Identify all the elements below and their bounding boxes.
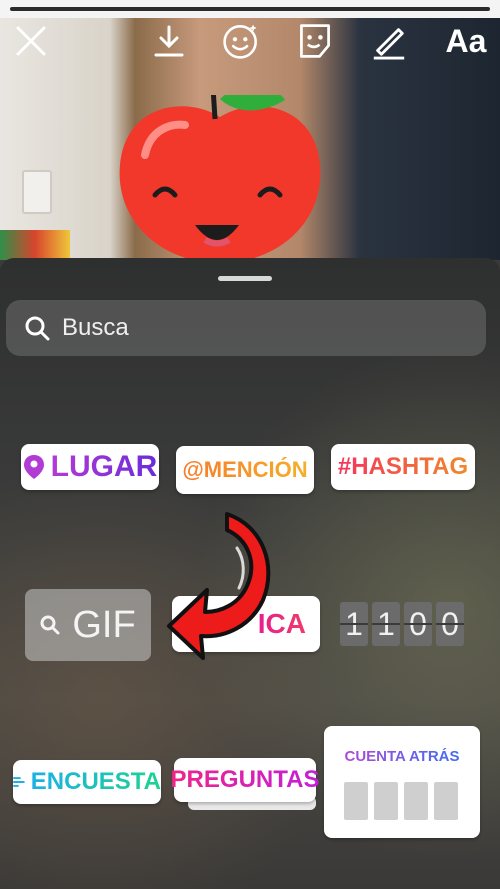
countdown-digit-box xyxy=(434,782,458,820)
gif-sticker[interactable]: GIF xyxy=(25,589,151,661)
text-tool-button[interactable]: Aa xyxy=(440,22,492,60)
hashtag-sticker[interactable]: #HASHTAG xyxy=(331,444,475,490)
mention-sticker[interactable]: @MENCIÓN xyxy=(176,446,314,494)
pen-icon[interactable] xyxy=(370,22,408,60)
close-icon[interactable] xyxy=(12,22,50,60)
location-sticker-label: LUGAR xyxy=(50,450,158,483)
countdown-digit-box xyxy=(344,782,368,820)
countdown-sticker[interactable]: CUENTA ATRÁS xyxy=(324,726,480,838)
download-icon[interactable] xyxy=(150,22,188,60)
poll-sticker-label: ENCUESTA xyxy=(30,768,161,795)
poll-sticker[interactable]: ENCUESTA xyxy=(13,760,161,804)
red-arrow-annotation xyxy=(167,512,271,660)
countdown-digit-box xyxy=(374,782,398,820)
poll-lines-icon xyxy=(13,777,25,787)
drag-handle[interactable] xyxy=(218,276,272,281)
wall-outlet xyxy=(22,170,52,214)
status-strip xyxy=(0,0,500,18)
time-digit: 1 xyxy=(372,602,400,646)
search-placeholder: Busca xyxy=(62,314,129,341)
search-icon xyxy=(40,615,60,635)
sticker-icon[interactable] xyxy=(296,22,334,60)
face-effects-icon[interactable] xyxy=(222,22,260,60)
gif-sticker-label: GIF xyxy=(72,603,136,646)
countdown-digit-box xyxy=(404,782,428,820)
countdown-sticker-label: CUENTA ATRÁS xyxy=(344,748,460,765)
apple-face-sticker xyxy=(119,95,321,263)
questions-sticker[interactable]: PREGUNTAS xyxy=(171,758,319,802)
toy-blocks xyxy=(0,230,70,260)
time-digit: 0 xyxy=(404,602,432,646)
search-icon xyxy=(25,316,50,341)
sticker-search-input[interactable]: Busca xyxy=(6,300,486,356)
time-digit: 0 xyxy=(436,602,464,646)
mention-sticker-label: @MENCIÓN xyxy=(182,457,308,482)
time-digit: 1 xyxy=(340,602,368,646)
location-sticker[interactable]: LUGAR xyxy=(21,444,159,490)
hashtag-sticker-label: #HASHTAG xyxy=(337,453,469,480)
location-pin-icon xyxy=(23,455,44,479)
questions-sticker-label: PREGUNTAS xyxy=(170,766,320,793)
sticker-tray: Busca LUGAR @MENCIÓN #HASHTAG GIF ICA 1 … xyxy=(0,258,500,889)
